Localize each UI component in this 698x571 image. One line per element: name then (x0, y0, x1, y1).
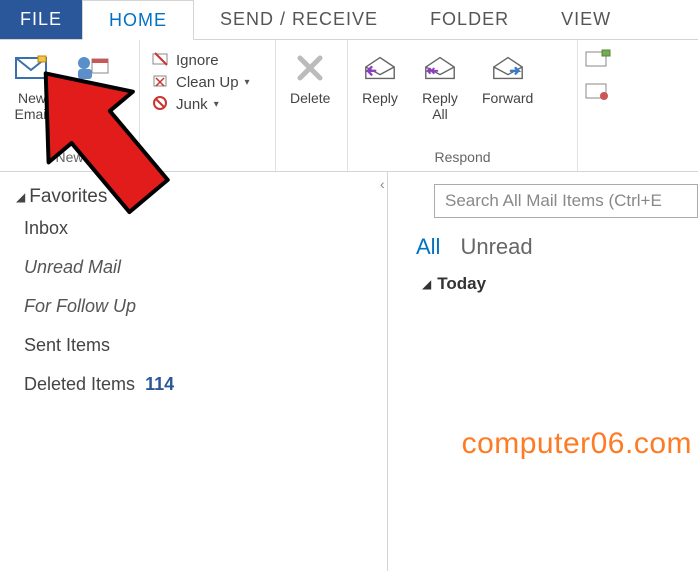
meeting-icon[interactable] (584, 48, 612, 70)
date-group-today[interactable]: ◢ Today (406, 274, 698, 294)
junk-label: Junk (176, 96, 208, 113)
tab-strip: FILE HOME SEND / RECEIVE FOLDER VIEW (0, 0, 698, 40)
watermark: computer06.com (462, 427, 692, 461)
reply-all-button[interactable]: Reply All (416, 46, 464, 147)
cleanup-icon (152, 73, 170, 91)
envelope-icon (14, 50, 50, 86)
folder-inbox[interactable]: Inbox (24, 218, 371, 239)
group-caption-delete (284, 163, 339, 169)
tab-file[interactable]: FILE (0, 0, 82, 39)
reply-all-label: Reply All (422, 90, 458, 122)
folder-sent-items[interactable]: Sent Items (24, 335, 371, 356)
new-email-button[interactable]: New Email (8, 46, 56, 147)
main: ◢ Favorites Inbox Unread Mail For Follow… (0, 172, 698, 571)
delete-x-icon (292, 50, 328, 86)
filter-unread[interactable]: Unread (460, 234, 532, 260)
chevron-down-icon: ▾ (214, 99, 219, 110)
folder-unread-mail[interactable]: Unread Mail (24, 257, 371, 278)
favorites-label: Favorites (29, 186, 107, 208)
group-caption-cleanup (148, 163, 267, 169)
ignore-label: Ignore (176, 52, 219, 69)
reply-button[interactable]: Reply (356, 46, 404, 147)
deleted-label: Deleted Items (24, 374, 135, 395)
junk-button[interactable]: Junk ▾ (148, 94, 267, 114)
ribbon-group-delete: Delete (276, 40, 348, 171)
filter-all[interactable]: All (416, 234, 440, 260)
group-caption-respond: Respond (356, 147, 569, 169)
ignore-button[interactable]: Ignore (148, 50, 267, 70)
deleted-count: 114 (145, 374, 174, 395)
new-items-label: Ite (84, 90, 100, 106)
collapse-caret-icon: ◢ (422, 277, 431, 291)
tab-send-receive[interactable]: SEND / RECEIVE (194, 0, 404, 39)
reply-icon (362, 50, 398, 86)
more-icon[interactable] (584, 80, 612, 102)
reply-label: Reply (362, 90, 398, 106)
message-pane: ‹ Search All Mail Items (Ctrl+E All Unre… (388, 172, 698, 571)
delete-button[interactable]: Delete (284, 46, 336, 163)
junk-icon (152, 95, 170, 113)
cleanup-button[interactable]: Clean Up ▾ (148, 72, 267, 92)
group-caption-new: New (8, 147, 131, 169)
forward-button[interactable]: Forward (476, 46, 539, 147)
tab-home[interactable]: HOME (82, 0, 194, 40)
pane-collapse-icon[interactable]: ‹ (380, 176, 385, 192)
delete-label: Delete (290, 90, 330, 106)
folder-deleted-items[interactable]: Deleted Items 114 (24, 374, 371, 395)
search-input[interactable]: Search All Mail Items (Ctrl+E (434, 184, 698, 218)
cleanup-label: Clean Up (176, 74, 239, 91)
favorites-header[interactable]: ◢ Favorites (16, 186, 371, 208)
forward-icon (490, 50, 526, 86)
person-calendar-icon (74, 50, 110, 86)
ribbon-group-cleanup: Ignore Clean Up ▾ Junk ▾ (140, 40, 276, 171)
ribbon: New Email Ite New Ignore (0, 40, 698, 172)
ribbon-group-new: New Email Ite New (0, 40, 140, 171)
folder-pane: ◢ Favorites Inbox Unread Mail For Follow… (0, 172, 388, 571)
ribbon-extra (578, 40, 618, 171)
tab-folder[interactable]: FOLDER (404, 0, 535, 39)
today-label: Today (437, 274, 486, 294)
tab-view[interactable]: VIEW (535, 0, 637, 39)
new-items-button[interactable]: Ite (68, 46, 116, 147)
forward-label: Forward (482, 90, 533, 106)
filter-tabs: All Unread (406, 234, 698, 260)
ribbon-group-respond: Reply Reply All Forward Respond (348, 40, 578, 171)
chevron-down-icon: ▾ (245, 77, 250, 88)
collapse-caret-icon: ◢ (16, 190, 25, 204)
reply-all-icon (422, 50, 458, 86)
new-email-label: New Email (14, 90, 49, 122)
ignore-icon (152, 51, 170, 69)
folder-list: Inbox Unread Mail For Follow Up Sent Ite… (16, 218, 371, 395)
folder-follow-up[interactable]: For Follow Up (24, 296, 371, 317)
